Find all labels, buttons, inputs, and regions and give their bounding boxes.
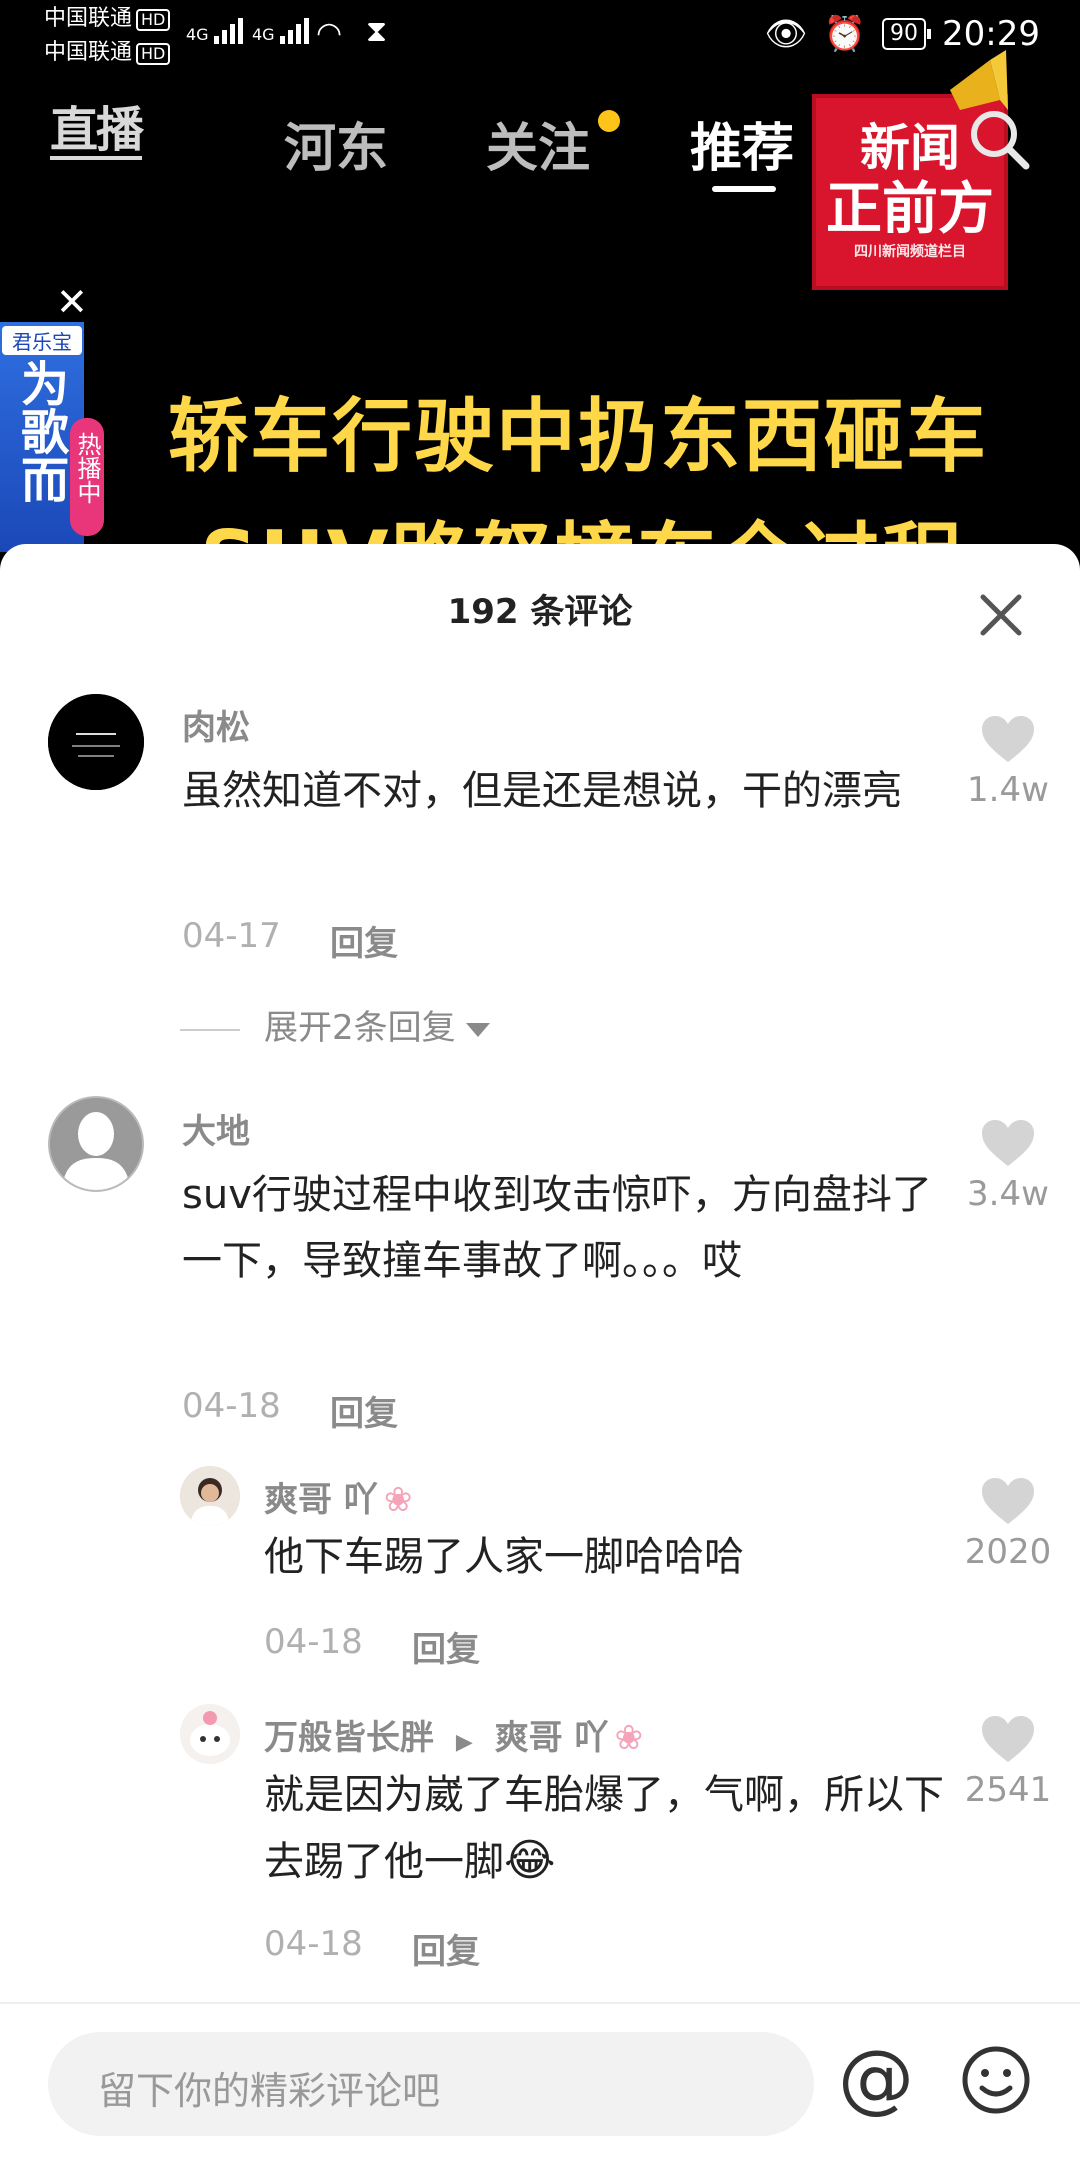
live-button[interactable]: 直播 bbox=[50, 104, 144, 160]
hot-badge-label: 热播中 bbox=[73, 432, 101, 504]
hot-badge: 热播中 bbox=[70, 418, 104, 536]
like-button[interactable]: 3.4w bbox=[948, 1118, 1068, 1214]
reply-username[interactable]: 爽哥 吖 ❀ bbox=[264, 1472, 412, 1521]
reply-button[interactable]: 回复 bbox=[412, 1622, 480, 1671]
chevron-down-icon bbox=[465, 1022, 490, 1037]
video-caption-line1: 轿车行驶中扔东西砸车 bbox=[168, 390, 988, 483]
comment-username[interactable]: 大地 bbox=[182, 1104, 250, 1153]
ad-text: 为歌而 bbox=[12, 359, 68, 503]
carrier-1-label: 中国联通 bbox=[44, 6, 133, 31]
reply-text-label: 就是因为崴了车胎爆了，气啊，所以下去踢了他一脚 bbox=[264, 1772, 944, 1885]
alarm-icon: ⏰ bbox=[823, 14, 867, 54]
comment-username[interactable]: 肉松 bbox=[182, 700, 250, 749]
tab-following[interactable]: 关注 bbox=[486, 106, 590, 181]
reply-text: 他下车踢了人家一脚哈哈哈 bbox=[264, 1534, 744, 1580]
active-tab-indicator bbox=[712, 186, 776, 192]
heart-icon bbox=[982, 716, 1034, 762]
tab-recommend[interactable]: 推荐 bbox=[690, 106, 794, 181]
reply-username-label: 爽哥 吖 bbox=[264, 1480, 378, 1520]
comment-input-placeholder: 留下你的精彩评论吧 bbox=[98, 2069, 441, 2113]
comment-date: 04-18 bbox=[182, 1386, 281, 1426]
avatar[interactable] bbox=[48, 694, 144, 790]
signal-icon-2: 4G bbox=[252, 18, 312, 44]
at-mention-icon[interactable]: @ bbox=[838, 2038, 914, 2118]
reply-text: 就是因为崴了车胎爆了，气啊，所以下去踢了他一脚😂 bbox=[264, 1762, 954, 1895]
expand-replies-label: 展开2条回复 bbox=[264, 1008, 456, 1048]
signal-icon: 4G bbox=[186, 18, 246, 44]
comment-text: 虽然知道不对，但是还是想说，干的漂亮 bbox=[182, 768, 902, 814]
network-type: 4G bbox=[252, 25, 275, 44]
reply-username[interactable]: 万般皆长胖 ▶ 爽哥 吖 ❀ bbox=[264, 1710, 643, 1759]
like-button[interactable]: 1.4w bbox=[948, 714, 1068, 810]
like-button[interactable]: 2541 bbox=[948, 1714, 1068, 1810]
heart-icon bbox=[982, 1478, 1034, 1524]
like-count: 2020 bbox=[964, 1532, 1052, 1572]
reply-date: 04-18 bbox=[264, 1924, 363, 1964]
eye-icon: 👁 bbox=[764, 14, 808, 54]
avatar[interactable] bbox=[180, 1466, 240, 1526]
laughing-emoji-icon: 😂 bbox=[504, 1835, 556, 1886]
hd-badge: HD bbox=[136, 9, 171, 31]
like-count: 1.4w bbox=[967, 770, 1049, 810]
divider bbox=[180, 1028, 240, 1031]
logo-line3: 四川新闻频道栏目 bbox=[854, 244, 966, 260]
network-type: 4G bbox=[186, 25, 209, 44]
reply-username-label: 万般皆长胖 bbox=[264, 1718, 434, 1758]
avatar[interactable] bbox=[180, 1704, 240, 1764]
comment-text: suv行驶过程中收到攻击惊吓，方向盘抖了一下，导致撞车事故了啊。。。哎 bbox=[182, 1172, 932, 1284]
hd-badge: HD bbox=[136, 43, 171, 65]
close-ad-icon[interactable]: ✕ bbox=[56, 280, 88, 324]
flower-icon: ❀ bbox=[383, 1480, 413, 1520]
comment-date: 04-17 bbox=[182, 916, 281, 956]
flower-icon: ❀ bbox=[614, 1718, 643, 1758]
comments-count-title: 192 条评论 bbox=[447, 592, 633, 632]
reply-to-username[interactable]: 爽哥 吖 bbox=[495, 1718, 609, 1758]
heart-icon bbox=[982, 1120, 1034, 1166]
logo-line2: 正前方 bbox=[826, 177, 994, 242]
reply-arrow-icon: ▶ bbox=[455, 1730, 473, 1755]
hourglass-icon: ⧗ bbox=[366, 14, 388, 49]
reply-button[interactable]: 回复 bbox=[330, 1386, 398, 1435]
tab-hedong[interactable]: 河东 bbox=[284, 106, 388, 181]
comment-input-bar: 留下你的精彩评论吧 @ bbox=[0, 2002, 1080, 2160]
reply-button[interactable]: 回复 bbox=[330, 916, 398, 965]
cat-avatar-image bbox=[180, 1704, 240, 1764]
reply-button[interactable]: 回复 bbox=[412, 1924, 480, 1973]
avatar[interactable] bbox=[48, 1096, 144, 1192]
expand-replies-button[interactable]: 展开2条回复 bbox=[180, 1000, 490, 1049]
carrier-2-label: 中国联通 bbox=[44, 40, 133, 65]
battery-icon: 90 bbox=[882, 18, 932, 50]
reply-date: 04-18 bbox=[264, 1622, 363, 1662]
wifi-icon: ◠ bbox=[316, 16, 343, 51]
close-icon[interactable] bbox=[978, 592, 1024, 638]
search-icon[interactable] bbox=[964, 104, 1034, 174]
status-bar: 中国联通 HD 中国联通 HD 4G 4G ◠ ⧗ 👁 ⏰ 90 20:29 bbox=[0, 0, 1080, 70]
comments-sheet: 192 条评论 肉松 虽然知道不对，但是还是想说，干的漂亮 04-17 回复 1… bbox=[0, 544, 1080, 2160]
carrier-2: 中国联通 HD bbox=[44, 40, 171, 66]
default-avatar-icon bbox=[50, 1098, 142, 1190]
notification-dot bbox=[598, 110, 620, 132]
heart-icon bbox=[982, 1716, 1034, 1762]
avatar-image bbox=[180, 1466, 240, 1526]
emoji-icon[interactable] bbox=[960, 2044, 1032, 2116]
like-button[interactable]: 2020 bbox=[948, 1476, 1068, 1572]
avatar-image bbox=[48, 694, 144, 790]
like-count: 2541 bbox=[964, 1770, 1052, 1810]
comment-input[interactable]: 留下你的精彩评论吧 bbox=[48, 2032, 814, 2136]
carrier-1: 中国联通 HD bbox=[44, 6, 171, 32]
like-count: 3.4w bbox=[967, 1174, 1049, 1214]
ad-brand: 君乐宝 bbox=[2, 326, 82, 355]
